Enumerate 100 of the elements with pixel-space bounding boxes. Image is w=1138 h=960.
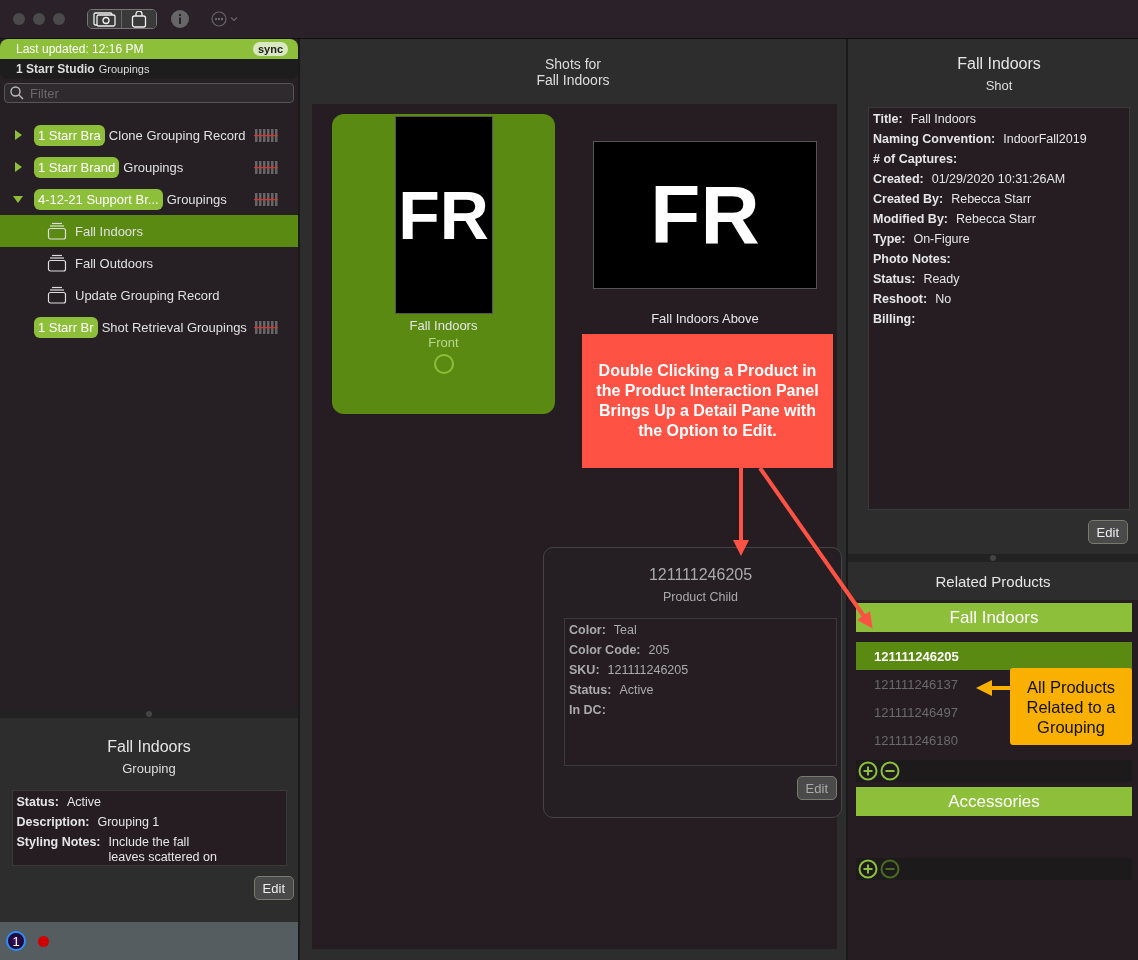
shot-view: Front xyxy=(428,335,459,350)
callout-note: Double Clicking a Product in the Product Interaction Panel Brings Up a Detail Pane with the Option to Edit. xyxy=(582,334,833,468)
section-header: Fall Indoors xyxy=(856,603,1132,632)
field-value: On-Figure xyxy=(913,232,970,247)
field-value: Active xyxy=(66,795,101,810)
arrow xyxy=(976,680,1010,696)
field-value: Fall Indoors xyxy=(910,112,976,127)
tree-item-label: Clone Grouping Record xyxy=(108,127,246,143)
shot-thumbnail: FR xyxy=(593,141,817,289)
field-value: Ready xyxy=(923,272,960,287)
edit-button[interactable]: Edit xyxy=(796,776,837,800)
shots-title: Shots for xyxy=(545,55,601,72)
tree-item[interactable]: 1 Starr Br Shot Retrieval Groupings xyxy=(0,311,298,343)
field-label: In DC: xyxy=(569,703,606,718)
stack-icon xyxy=(47,254,67,272)
section-header: Accessories xyxy=(856,787,1132,816)
barcode-icon xyxy=(254,129,278,142)
tree-item[interactable]: Fall Outdoors xyxy=(0,247,298,279)
field-label: Status: xyxy=(873,272,916,287)
collapsed-arrow-icon[interactable] xyxy=(12,161,24,173)
search-icon xyxy=(10,86,24,100)
brand-tag: 4-12-21 Support Br... xyxy=(34,188,163,210)
field-label: # of Captures: xyxy=(873,152,958,167)
tree-item[interactable]: Update Grouping Record xyxy=(0,279,298,311)
filter-field[interactable]: Filter xyxy=(4,83,294,103)
field-value: Active xyxy=(619,683,654,698)
stack-icon xyxy=(47,222,67,240)
field-label: Color: xyxy=(569,623,606,638)
add-button[interactable] xyxy=(858,761,878,781)
field-value: Rebecca Starr xyxy=(951,192,1032,207)
edit-button[interactable]: Edit xyxy=(253,876,294,900)
field-label: Title: xyxy=(873,112,903,127)
tree-item-label: Groupings xyxy=(123,159,184,175)
barcode-icon xyxy=(254,321,278,334)
field-value: Teal xyxy=(613,623,637,638)
field-value: 205 xyxy=(648,643,670,658)
field-value: Include the fall leaves scattered on xyxy=(108,835,218,865)
product-title: 121111246205 xyxy=(648,566,753,584)
info-icon[interactable] xyxy=(171,10,189,28)
tree-item-label: Groupings xyxy=(166,191,227,207)
brand-tag: 1 Starr Bra xyxy=(34,124,105,146)
product-subtitle: Product Child xyxy=(662,590,738,604)
field-label: Reshoot: xyxy=(873,292,928,307)
edit-button[interactable]: Edit xyxy=(1087,520,1128,544)
add-button[interactable] xyxy=(858,859,878,879)
field-label: Color Code: xyxy=(569,643,641,658)
tree-item-label: Update Grouping Record xyxy=(75,287,220,303)
field-label: Status: xyxy=(569,683,612,698)
field-value: 01/29/2020 10:31:26AM xyxy=(931,172,1066,187)
field-label: Styling Notes: xyxy=(16,835,101,851)
brand-tag: 1 Starr Brand xyxy=(34,156,120,178)
shot-name: Fall Indoors Above xyxy=(651,311,759,326)
shot-thumbnail: FR xyxy=(394,116,493,314)
field-value: Grouping 1 xyxy=(97,815,160,830)
field-label: Photo Notes: xyxy=(873,252,951,267)
grouping-title: Fall Indoors xyxy=(107,738,191,756)
bag-button[interactable] xyxy=(122,10,156,28)
sync-button[interactable]: sync xyxy=(252,42,288,56)
field-label: Created: xyxy=(873,172,924,187)
tree-item[interactable]: 1 Starr Bra Clone Grouping Record xyxy=(0,119,298,151)
field-label: SKU: xyxy=(569,663,600,678)
annotation-note: All Products Related to a Grouping xyxy=(1010,668,1132,745)
field-value: Rebecca Starr xyxy=(956,212,1036,227)
barcode-icon xyxy=(254,161,278,174)
product-row[interactable]: 121111246205 xyxy=(856,642,1132,670)
camera-button[interactable] xyxy=(88,10,122,28)
field-label: Created By: xyxy=(873,192,944,207)
grouping-subtitle: Grouping xyxy=(122,761,176,776)
field-value: 121111246205 xyxy=(607,663,689,678)
shot-name: Fall Indoors xyxy=(409,318,478,333)
studio-title: 1 Starr Studio Groupings xyxy=(0,59,298,79)
shots-subtitle: Fall Indoors xyxy=(536,71,610,88)
tree-item-label: Fall Indoors xyxy=(75,223,143,239)
barcode-icon xyxy=(254,193,278,206)
shot-card[interactable]: FR Fall Indoors Above xyxy=(593,114,817,326)
related-products-title: Related Products xyxy=(848,562,1138,600)
field-label: Naming Convention: xyxy=(873,132,996,147)
last-updated-text: Last updated: 12:16 PM xyxy=(16,42,144,56)
status-badge[interactable]: 1 xyxy=(6,931,26,951)
tree-item-label: Shot Retrieval Groupings xyxy=(101,319,247,335)
shot-card[interactable]: FR Fall Indoors Front xyxy=(332,114,555,414)
brand-tag: 1 Starr Br xyxy=(34,316,98,338)
split-handle-icon[interactable] xyxy=(990,555,996,561)
shot-title: Fall Indoors xyxy=(957,55,1041,73)
field-value: No xyxy=(935,292,952,307)
field-value: IndoorFall2019 xyxy=(1003,132,1087,147)
tree-item[interactable]: 4-12-21 Support Br... Groupings xyxy=(0,183,298,215)
tree-item-label: Fall Outdoors xyxy=(75,255,154,271)
field-label: Description: xyxy=(16,815,90,830)
collapsed-arrow-icon[interactable] xyxy=(12,129,24,141)
remove-button[interactable] xyxy=(880,761,900,781)
shot-subtitle: Shot xyxy=(985,78,1013,93)
field-label: Modified By: xyxy=(873,212,948,227)
field-label: Status: xyxy=(16,795,59,810)
expanded-arrow-icon[interactable] xyxy=(12,193,24,205)
split-handle-icon[interactable] xyxy=(146,711,152,717)
field-label: Type: xyxy=(873,232,906,247)
record-indicator xyxy=(38,935,49,947)
tree-item[interactable]: 1 Starr Brand Groupings xyxy=(0,151,298,183)
field-label: Billing: xyxy=(873,312,916,327)
